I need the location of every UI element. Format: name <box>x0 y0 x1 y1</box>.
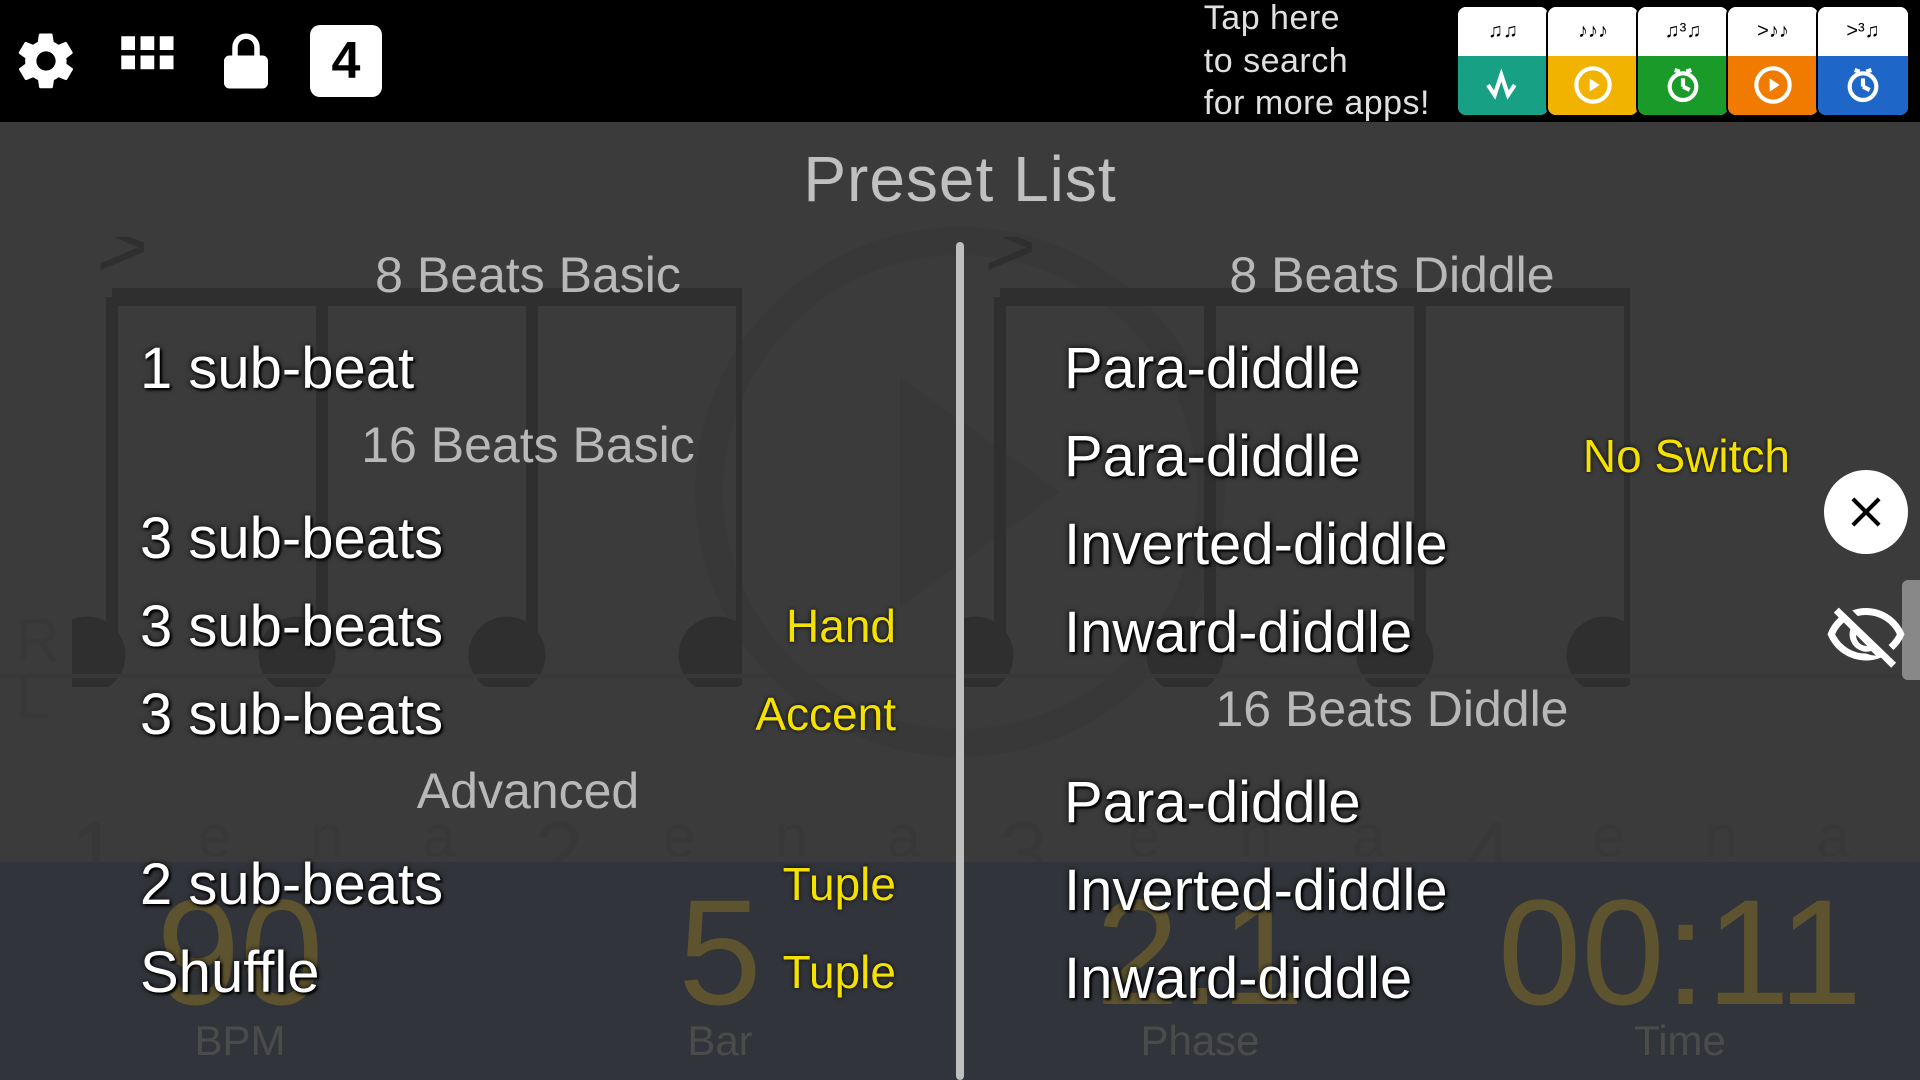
preset-list-title: Preset List <box>0 122 1920 216</box>
preset-item-name: 2 sub-beats <box>140 851 443 918</box>
preset-item-name: Para-diddle <box>1064 769 1361 836</box>
preset-item-name: 3 sub-beats <box>140 681 443 748</box>
top-bar: 4 Tap here to search for more apps! ♫♫♪♪… <box>0 0 1920 122</box>
time-signature-button[interactable]: 4 <box>310 25 382 97</box>
preset-section-header: Advanced <box>100 762 956 820</box>
grid-icon[interactable] <box>110 25 182 97</box>
app-tile-1[interactable]: ♪♪♪ <box>1546 5 1640 117</box>
preset-col-right: 8 Beats Diddle Para-diddle Para-diddle No S… <box>964 242 1820 1080</box>
app-tile-top: ♪♪♪ <box>1548 7 1638 56</box>
preset-item[interactable]: Shuffle Tuple <box>100 928 956 1016</box>
preset-section-header: 16 Beats Diddle <box>964 680 1820 738</box>
app-tile-0[interactable]: ♫♫ <box>1456 5 1550 117</box>
preset-item-name: Inward-diddle <box>1064 599 1412 666</box>
preset-item[interactable]: 3 sub-beats <box>100 494 956 582</box>
preset-col-left: 8 Beats Basic 1 sub-beat 16 Beats Basic 3 s… <box>100 242 956 1080</box>
preset-item-name: Inverted-diddle <box>1064 857 1448 924</box>
visibility-off-icon <box>1824 593 1908 679</box>
lock-icon[interactable] <box>210 25 282 97</box>
promo-line: for more apps! <box>1204 84 1430 122</box>
preset-item-name: 3 sub-beats <box>140 505 443 572</box>
preset-section-header: 8 Beats Basic <box>100 246 956 304</box>
preset-item-tag: Accent <box>755 687 926 741</box>
fab-column <box>1824 470 1908 678</box>
preset-list-panel: Preset List 8 Beats Basic 1 sub-beat 16 Be… <box>0 122 1920 1080</box>
preset-item[interactable]: Inward-diddle <box>964 588 1820 676</box>
preset-item-name: Inward-diddle <box>1064 945 1412 1012</box>
app-tile-bot <box>1458 56 1548 115</box>
preset-item[interactable]: Para-diddle <box>964 324 1820 412</box>
close-icon <box>1841 487 1891 537</box>
hide-button[interactable] <box>1824 594 1908 678</box>
preset-section-header: 16 Beats Basic <box>100 416 956 474</box>
preset-item[interactable]: 2 sub-beats Tuple <box>100 840 956 928</box>
preset-item-tag: Tuple <box>783 857 926 911</box>
settings-icon[interactable] <box>10 25 82 97</box>
preset-item[interactable]: 3 sub-beats Hand <box>100 582 956 670</box>
app-tile-4[interactable]: >³♫ <box>1816 5 1910 117</box>
app-tiles: ♫♫♪♪♪♫³♫>♪♪>³♫ <box>1460 5 1910 117</box>
preset-item-name: Inverted-diddle <box>1064 511 1448 578</box>
preset-item-name: Para-diddle <box>1064 423 1361 490</box>
preset-col-separator <box>956 242 964 1080</box>
preset-item-tag: Hand <box>786 599 926 653</box>
preset-item[interactable]: Para-diddle <box>964 758 1820 846</box>
close-button[interactable] <box>1824 470 1908 554</box>
app-tile-3[interactable]: >♪♪ <box>1726 5 1820 117</box>
app-tile-top: ♫³♫ <box>1638 7 1728 56</box>
app-tile-2[interactable]: ♫³♫ <box>1636 5 1730 117</box>
preset-item[interactable]: 3 sub-beats Accent <box>100 670 956 758</box>
preset-item-name: 1 sub-beat <box>140 335 414 402</box>
app-tile-bot <box>1728 56 1818 115</box>
preset-item-name: Para-diddle <box>1064 335 1361 402</box>
top-bar-left: 4 <box>10 25 382 97</box>
app-tile-top: >³♫ <box>1818 7 1908 56</box>
app-tile-bot <box>1548 56 1638 115</box>
preset-section-header: 8 Beats Diddle <box>964 246 1820 304</box>
promo-banner[interactable]: Tap here to search for more apps! <box>1204 0 1430 125</box>
app-tile-top: >♪♪ <box>1728 7 1818 56</box>
preset-item[interactable]: Inverted-diddle <box>964 500 1820 588</box>
promo-line: to search <box>1204 42 1348 80</box>
preset-item-tag: No Switch <box>1583 429 1790 483</box>
preset-item[interactable]: Para-diddle No Switch <box>964 412 1820 500</box>
app-tile-bot <box>1638 56 1728 115</box>
preset-item[interactable]: Inverted-diddle <box>964 846 1820 934</box>
preset-item-name: Shuffle <box>140 939 320 1006</box>
promo-line: Tap here <box>1204 0 1340 37</box>
preset-item[interactable]: 1 sub-beat <box>100 324 956 412</box>
app-tile-top: ♫♫ <box>1458 7 1548 56</box>
preset-item-tag: Tuple <box>783 945 926 999</box>
preset-item-name: 3 sub-beats <box>140 593 443 660</box>
preset-item[interactable]: Inward-diddle <box>964 934 1820 1022</box>
app-tile-bot <box>1818 56 1908 115</box>
